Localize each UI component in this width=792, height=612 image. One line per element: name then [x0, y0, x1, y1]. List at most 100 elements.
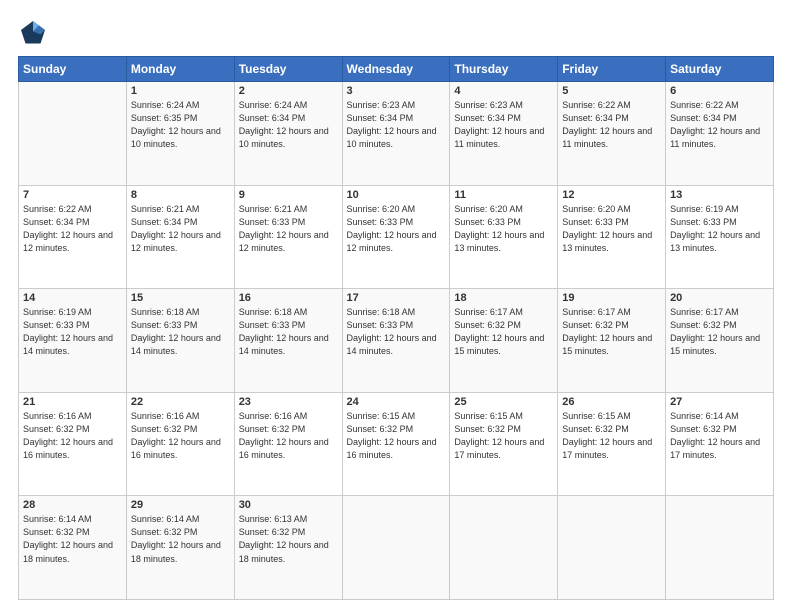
calendar-cell: 19 Sunrise: 6:17 AMSunset: 6:32 PMDayligh… [558, 289, 666, 393]
calendar-cell: 27Sunrise: 6:14 AMSunset: 6:32 PMDayligh… [666, 392, 774, 496]
day-info: Sunrise: 6:22 AMSunset: 6:34 PMDaylight:… [23, 203, 122, 255]
calendar-cell: 9Sunrise: 6:21 AMSunset: 6:33 PMDaylight… [234, 185, 342, 289]
calendar-cell: 29 Sunrise: 6:14 AMSunset: 6:32 PMDayligh… [126, 496, 234, 600]
day-number: 15 [131, 292, 230, 304]
day-info: Sunrise: 6:14 AMSunset: 6:32 PMDaylight:… [23, 513, 122, 565]
day-number: 26 [562, 396, 661, 408]
day-info: Sunrise: 6:17 AMSunset: 6:32 PMDaylight:… [454, 306, 553, 358]
day-number: 5 [562, 85, 661, 97]
header-row: SundayMondayTuesdayWednesdayThursdayFrid… [19, 57, 774, 82]
week-row-1: 1 Sunrise: 6:24 AMSunset: 6:35 PMDaylight… [19, 82, 774, 186]
calendar-cell: 1 Sunrise: 6:24 AMSunset: 6:35 PMDaylight… [126, 82, 234, 186]
day-number: 20 [670, 292, 769, 304]
week-row-4: 21Sunrise: 6:16 AMSunset: 6:32 PMDayligh… [19, 392, 774, 496]
day-header-monday: Monday [126, 57, 234, 82]
day-info: Sunrise: 6:15 AMSunset: 6:32 PMDaylight:… [562, 410, 661, 462]
header [18, 18, 774, 48]
calendar-cell: 8 Sunrise: 6:21 AMSunset: 6:34 PMDaylight… [126, 185, 234, 289]
calendar-cell: 7Sunrise: 6:22 AMSunset: 6:34 PMDaylight… [19, 185, 127, 289]
day-header-friday: Friday [558, 57, 666, 82]
day-info: Sunrise: 6:22 AMSunset: 6:34 PMDaylight:… [562, 99, 661, 151]
day-number: 6 [670, 85, 769, 97]
day-header-wednesday: Wednesday [342, 57, 450, 82]
day-info: Sunrise: 6:18 AMSunset: 6:33 PMDaylight:… [131, 306, 230, 358]
day-info: Sunrise: 6:16 AMSunset: 6:32 PMDaylight:… [23, 410, 122, 462]
day-info: Sunrise: 6:16 AMSunset: 6:32 PMDaylight:… [131, 410, 230, 462]
day-info: Sunrise: 6:23 AMSunset: 6:34 PMDaylight:… [347, 99, 446, 151]
day-info: Sunrise: 6:16 AMSunset: 6:32 PMDaylight:… [239, 410, 338, 462]
day-number: 8 [131, 189, 230, 201]
calendar-cell: 17 Sunrise: 6:18 AMSunset: 6:33 PMDayligh… [342, 289, 450, 393]
calendar-cell [450, 496, 558, 600]
calendar-cell: 21Sunrise: 6:16 AMSunset: 6:32 PMDayligh… [19, 392, 127, 496]
calendar-cell: 5 Sunrise: 6:22 AMSunset: 6:34 PMDaylight… [558, 82, 666, 186]
calendar-cell: 10 Sunrise: 6:20 AMSunset: 6:33 PMDayligh… [342, 185, 450, 289]
day-number: 4 [454, 85, 553, 97]
calendar-table: SundayMondayTuesdayWednesdayThursdayFrid… [18, 56, 774, 600]
day-number: 11 [454, 189, 553, 201]
calendar-cell: 12Sunrise: 6:20 AMSunset: 6:33 PMDayligh… [558, 185, 666, 289]
day-number: 14 [23, 292, 122, 304]
day-header-sunday: Sunday [19, 57, 127, 82]
calendar-cell: 25 Sunrise: 6:15 AMSunset: 6:32 PMDayligh… [450, 392, 558, 496]
calendar-cell: 14 Sunrise: 6:19 AMSunset: 6:33 PMDayligh… [19, 289, 127, 393]
day-header-thursday: Thursday [450, 57, 558, 82]
day-info: Sunrise: 6:21 AMSunset: 6:34 PMDaylight:… [131, 203, 230, 255]
day-number: 28 [23, 499, 122, 511]
calendar-cell: 26 Sunrise: 6:15 AMSunset: 6:32 PMDayligh… [558, 392, 666, 496]
day-number: 10 [347, 189, 446, 201]
day-number: 13 [670, 189, 769, 201]
day-info: Sunrise: 6:15 AMSunset: 6:32 PMDaylight:… [347, 410, 446, 462]
day-number: 27 [670, 396, 769, 408]
day-number: 29 [131, 499, 230, 511]
week-row-2: 7Sunrise: 6:22 AMSunset: 6:34 PMDaylight… [19, 185, 774, 289]
day-info: Sunrise: 6:18 AMSunset: 6:33 PMDaylight:… [239, 306, 338, 358]
day-number: 17 [347, 292, 446, 304]
calendar-cell: 30Sunrise: 6:13 AMSunset: 6:32 PMDayligh… [234, 496, 342, 600]
day-info: Sunrise: 6:21 AMSunset: 6:33 PMDaylight:… [239, 203, 338, 255]
day-number: 23 [239, 396, 338, 408]
calendar-cell: 6 Sunrise: 6:22 AMSunset: 6:34 PMDaylight… [666, 82, 774, 186]
day-number: 22 [131, 396, 230, 408]
day-info: Sunrise: 6:20 AMSunset: 6:33 PMDaylight:… [562, 203, 661, 255]
calendar-cell: 13Sunrise: 6:19 AMSunset: 6:33 PMDayligh… [666, 185, 774, 289]
week-row-3: 14 Sunrise: 6:19 AMSunset: 6:33 PMDayligh… [19, 289, 774, 393]
calendar-cell: 4 Sunrise: 6:23 AMSunset: 6:34 PMDaylight… [450, 82, 558, 186]
day-number: 30 [239, 499, 338, 511]
calendar-cell: 11Sunrise: 6:20 AMSunset: 6:33 PMDayligh… [450, 185, 558, 289]
day-info: Sunrise: 6:24 AMSunset: 6:35 PMDaylight:… [131, 99, 230, 151]
day-number: 1 [131, 85, 230, 97]
day-info: Sunrise: 6:22 AMSunset: 6:34 PMDaylight:… [670, 99, 769, 151]
calendar-cell: 22 Sunrise: 6:16 AMSunset: 6:32 PMDayligh… [126, 392, 234, 496]
calendar-cell: 20 Sunrise: 6:17 AMSunset: 6:32 PMDayligh… [666, 289, 774, 393]
calendar-cell: 24Sunrise: 6:15 AMSunset: 6:32 PMDayligh… [342, 392, 450, 496]
day-info: Sunrise: 6:15 AMSunset: 6:32 PMDaylight:… [454, 410, 553, 462]
day-info: Sunrise: 6:24 AMSunset: 6:34 PMDaylight:… [239, 99, 338, 151]
day-info: Sunrise: 6:17 AMSunset: 6:32 PMDaylight:… [670, 306, 769, 358]
day-number: 3 [347, 85, 446, 97]
logo [18, 18, 52, 48]
day-header-tuesday: Tuesday [234, 57, 342, 82]
day-info: Sunrise: 6:19 AMSunset: 6:33 PMDaylight:… [23, 306, 122, 358]
day-info: Sunrise: 6:18 AMSunset: 6:33 PMDaylight:… [347, 306, 446, 358]
day-number: 18 [454, 292, 553, 304]
day-info: Sunrise: 6:20 AMSunset: 6:33 PMDaylight:… [347, 203, 446, 255]
day-number: 25 [454, 396, 553, 408]
calendar-cell: 23 Sunrise: 6:16 AMSunset: 6:32 PMDayligh… [234, 392, 342, 496]
logo-icon [18, 18, 48, 48]
day-number: 19 [562, 292, 661, 304]
calendar-cell: 28 Sunrise: 6:14 AMSunset: 6:32 PMDayligh… [19, 496, 127, 600]
page: SundayMondayTuesdayWednesdayThursdayFrid… [0, 0, 792, 612]
calendar-cell [19, 82, 127, 186]
calendar-cell: 18 Sunrise: 6:17 AMSunset: 6:32 PMDayligh… [450, 289, 558, 393]
day-number: 2 [239, 85, 338, 97]
calendar-cell [666, 496, 774, 600]
calendar-cell [558, 496, 666, 600]
calendar-cell: 15 Sunrise: 6:18 AMSunset: 6:33 PMDayligh… [126, 289, 234, 393]
day-header-saturday: Saturday [666, 57, 774, 82]
week-row-5: 28 Sunrise: 6:14 AMSunset: 6:32 PMDayligh… [19, 496, 774, 600]
calendar-cell: 2 Sunrise: 6:24 AMSunset: 6:34 PMDaylight… [234, 82, 342, 186]
day-info: Sunrise: 6:14 AMSunset: 6:32 PMDaylight:… [131, 513, 230, 565]
day-info: Sunrise: 6:23 AMSunset: 6:34 PMDaylight:… [454, 99, 553, 151]
day-info: Sunrise: 6:17 AMSunset: 6:32 PMDaylight:… [562, 306, 661, 358]
